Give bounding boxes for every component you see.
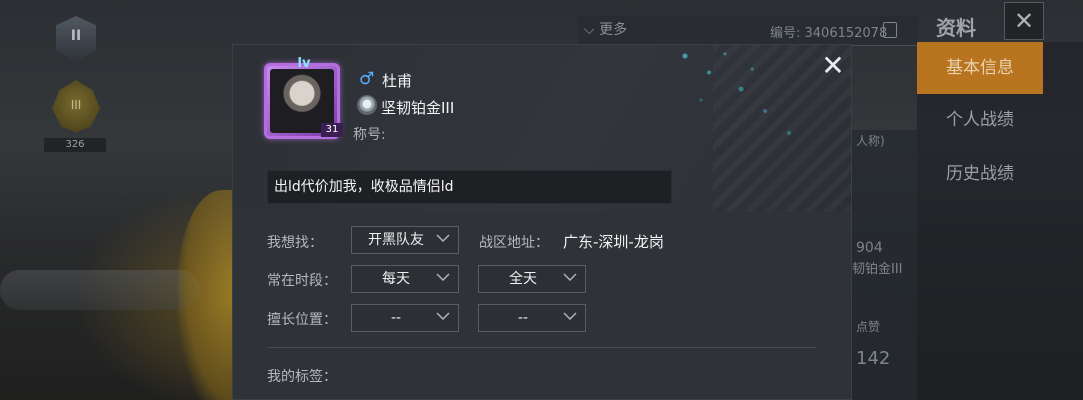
- active-hours-dropdown[interactable]: 全天: [478, 265, 586, 293]
- side-menu-basic-info[interactable]: 基本信息: [917, 42, 1043, 94]
- more-label: 更多: [599, 22, 628, 38]
- rank-score: 326: [44, 138, 106, 152]
- male-gender-icon: ♂: [359, 69, 375, 89]
- panel-close-button[interactable]: ✕: [1004, 2, 1044, 40]
- avatar[interactable]: lv 31: [264, 56, 343, 139]
- player-name: 杜甫: [382, 72, 413, 90]
- panel-title: 资料: [936, 16, 976, 40]
- avatar-level-badge: 31: [321, 123, 343, 137]
- active-time-label: 常在时段：: [267, 273, 337, 289]
- active-days-dropdown[interactable]: 每天: [351, 265, 459, 293]
- more-dropdown[interactable]: ⌵ 更多: [584, 19, 627, 39]
- position-value-2: --: [517, 310, 529, 326]
- avatar-lightning-badge-icon: lv: [297, 56, 311, 71]
- bg-mid-text-4: 点赞: [856, 320, 881, 334]
- season-rank-badge-text: II: [70, 28, 82, 44]
- chevron-down-icon: [436, 273, 450, 281]
- active-hours-value: 全天: [509, 271, 537, 287]
- chevron-down-icon: ⌵: [584, 22, 595, 38]
- background-airplane: [0, 270, 200, 310]
- active-days-value: 每天: [382, 271, 410, 287]
- position-dropdown-1[interactable]: --: [351, 304, 459, 332]
- chevron-down-icon: [436, 234, 450, 242]
- copy-icon[interactable]: [883, 22, 897, 38]
- bg-mid-text-1: 人称): [856, 134, 885, 148]
- profile-dialog: ✕ lv 31 ♂ 杜甫 坚韧铂金III 称号: 出ld代价加我，收极品情侣ld…: [232, 44, 852, 400]
- paint-splatter-decoration: [653, 45, 813, 155]
- form-divider: [267, 347, 817, 348]
- chevron-down-icon: [563, 273, 577, 281]
- bg-mid-text-5: 142: [856, 348, 891, 369]
- side-menu-personal-stats[interactable]: 个人战绩: [917, 94, 1043, 146]
- looking-for-dropdown[interactable]: 开黑队友: [351, 226, 459, 254]
- position-label: 擅长位置：: [267, 312, 337, 328]
- position-value-1: --: [390, 310, 402, 326]
- preferences-form: 我想找： 开黑队友 战区地址： 广东-深圳-龙岗 常在时段： 每天 全天 擅长位…: [233, 212, 851, 399]
- side-menu-history-stats[interactable]: 历史战绩: [917, 148, 1043, 200]
- looking-for-label: 我想找：: [267, 235, 323, 251]
- region-value: 广东-深圳-龙岗: [563, 233, 664, 251]
- region-label: 战区地址：: [479, 235, 549, 251]
- title-label: 称号:: [353, 127, 386, 143]
- bg-mid-text-3: 韧铂金III: [852, 262, 903, 277]
- signature-text: 出ld代价加我，收极品情侣ld: [267, 170, 672, 204]
- platinum-rank-icon: [357, 95, 377, 115]
- tags-label: 我的标签：: [267, 369, 337, 385]
- chevron-down-icon: [563, 312, 577, 320]
- position-dropdown-2[interactable]: --: [478, 304, 586, 332]
- chevron-down-icon: [436, 312, 450, 320]
- bg-mid-text-2: 904: [856, 240, 883, 256]
- player-id-text: 编号: 3406152078: [770, 26, 888, 41]
- tier-rank-badge-text: III: [70, 98, 82, 112]
- dialog-header: ✕ lv 31 ♂ 杜甫 坚韧铂金III 称号: 出ld代价加我，收极品情侣ld: [233, 45, 851, 225]
- looking-for-value: 开黑队友: [368, 232, 424, 248]
- close-button[interactable]: ✕: [819, 52, 847, 81]
- rank-name: 坚韧铂金III: [381, 99, 455, 117]
